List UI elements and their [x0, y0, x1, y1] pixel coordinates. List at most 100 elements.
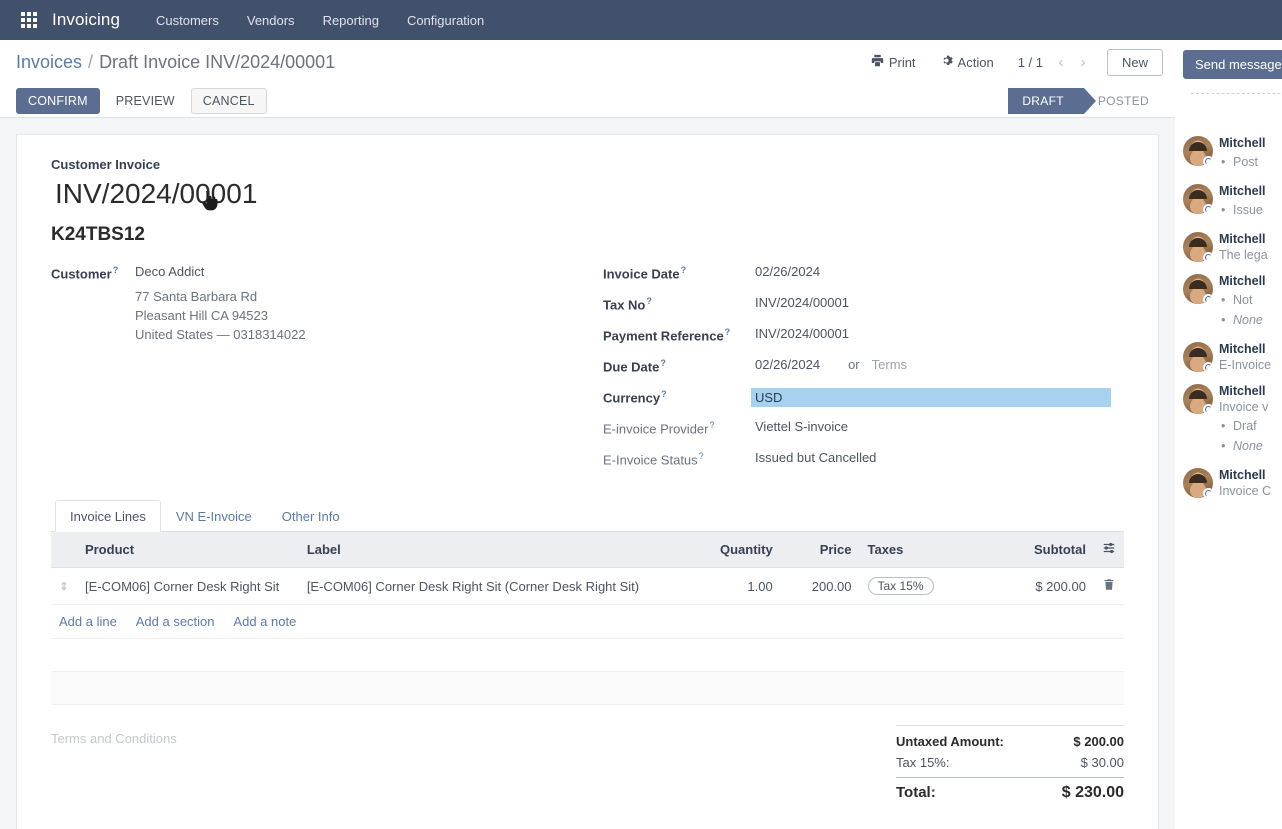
- pager-previous-icon[interactable]: ‹: [1051, 51, 1071, 73]
- cell-label[interactable]: [E-COM06] Corner Desk Right Sit (Corner …: [299, 568, 682, 605]
- message-bullets: Draf None: [1219, 416, 1268, 456]
- preview-button[interactable]: PREVIEW: [104, 88, 187, 114]
- cancel-button[interactable]: CANCEL: [191, 88, 267, 114]
- message-author: Mitchell: [1219, 384, 1268, 398]
- confirm-button[interactable]: CONFIRM: [16, 88, 100, 114]
- list-item[interactable]: Mitchell Issue: [1183, 184, 1282, 220]
- cell-subtotal: $ 200.00: [977, 568, 1094, 605]
- message-body: Mitchell Invoice v Draf None: [1219, 384, 1268, 456]
- customer-value: Deco Addict 77 Santa Barbara Rd Pleasant…: [135, 264, 306, 344]
- column-price[interactable]: Price: [781, 532, 860, 568]
- add-a-section-link[interactable]: Add a section: [136, 614, 215, 629]
- trash-icon[interactable]: [1103, 579, 1115, 594]
- pager-next-icon[interactable]: ›: [1073, 51, 1093, 73]
- sheet-footer: Terms and Conditions Untaxed Amount: $ 2…: [51, 725, 1124, 805]
- payment-reference-value[interactable]: INV/2024/00001: [755, 326, 935, 341]
- invoice-lines-table: Product Label Quantity Price Taxes Subto…: [51, 532, 1124, 705]
- column-taxes[interactable]: Taxes: [860, 532, 977, 568]
- avatar: [1183, 274, 1213, 304]
- help-icon[interactable]: ?: [725, 327, 731, 337]
- cell-delete[interactable]: [1094, 568, 1124, 605]
- help-icon[interactable]: ?: [660, 358, 666, 368]
- einvoice-provider-label-text: E-invoice Provider: [603, 421, 709, 436]
- column-label[interactable]: Label: [299, 532, 682, 568]
- gear-icon: [940, 54, 953, 70]
- due-date-row: Due Date? 02/26/2024 or Terms: [603, 357, 1124, 378]
- breadcrumb-root-invoices[interactable]: Invoices: [16, 52, 82, 73]
- due-date-value[interactable]: 02/26/2024: [755, 357, 820, 372]
- invoice-reference[interactable]: K24TBS12: [51, 224, 1124, 246]
- message-body: Mitchell Issue: [1219, 184, 1266, 220]
- status-indicator-icon: [1203, 488, 1213, 498]
- tax-no-value[interactable]: INV/2024/00001: [755, 295, 935, 310]
- help-icon[interactable]: ?: [681, 265, 687, 275]
- totals-block: Untaxed Amount: $ 200.00 Tax 15%: $ 30.0…: [896, 725, 1124, 805]
- help-icon[interactable]: ?: [113, 265, 119, 275]
- column-subtotal[interactable]: Subtotal: [977, 532, 1094, 568]
- message-body: Mitchell E-Invoice: [1219, 342, 1271, 372]
- column-product[interactable]: Product: [77, 532, 299, 568]
- chatter-message-list: Mitchell Post Mitchell Issue: [1175, 136, 1282, 498]
- send-message-button[interactable]: Send message: [1183, 50, 1282, 79]
- help-icon[interactable]: ?: [646, 296, 652, 306]
- action-button[interactable]: Action: [928, 49, 1006, 75]
- tab-vn-einvoice[interactable]: VN E-Invoice: [161, 500, 267, 532]
- help-icon[interactable]: ?: [710, 420, 715, 430]
- list-item[interactable]: Mitchell Invoice v Draf None: [1183, 384, 1282, 456]
- drag-handle-icon[interactable]: ⇕: [59, 580, 69, 593]
- status-step-draft[interactable]: DRAFT: [1008, 88, 1084, 114]
- apps-grid-icon[interactable]: [16, 7, 42, 33]
- form-column-right: Invoice Date? 02/26/2024 Tax No? INV/202…: [603, 264, 1124, 481]
- avatar: [1183, 136, 1213, 166]
- add-a-line-link[interactable]: Add a line: [59, 614, 117, 629]
- menu-item-customers[interactable]: Customers: [142, 7, 233, 34]
- tab-other-info[interactable]: Other Info: [267, 500, 355, 532]
- menu-item-vendors[interactable]: Vendors: [233, 7, 309, 34]
- message-bullets: Post: [1219, 152, 1266, 172]
- message-body: Mitchell The lega: [1219, 232, 1268, 262]
- cell-price[interactable]: 200.00: [781, 568, 860, 605]
- print-button[interactable]: Print: [859, 49, 928, 75]
- message-bullet: Draf: [1219, 416, 1268, 436]
- optional-columns-toggle[interactable]: [1094, 532, 1124, 568]
- tax-badge[interactable]: Tax 15%: [868, 577, 934, 595]
- invoice-date-value[interactable]: 02/26/2024: [755, 264, 935, 279]
- invoice-number[interactable]: INV/2024/00001: [55, 178, 1124, 210]
- avatar: [1183, 384, 1213, 414]
- list-item[interactable]: Mitchell Post: [1183, 136, 1282, 172]
- cell-quantity[interactable]: 1.00: [682, 568, 780, 605]
- customer-name[interactable]: Deco Addict: [135, 264, 306, 279]
- customer-field-row: Customer? Deco Addict 77 Santa Barbara R…: [51, 264, 603, 344]
- new-button[interactable]: New: [1107, 49, 1163, 76]
- menu-item-configuration[interactable]: Configuration: [393, 7, 498, 34]
- terms-and-conditions-input[interactable]: Terms and Conditions: [51, 725, 896, 746]
- menu-item-reporting[interactable]: Reporting: [309, 7, 393, 34]
- due-date-or-separator: or: [848, 357, 860, 372]
- tax-no-row: Tax No? INV/2024/00001: [603, 295, 1124, 316]
- help-icon[interactable]: ?: [661, 389, 667, 399]
- cell-product[interactable]: [E-COM06] Corner Desk Right Sit: [77, 568, 299, 605]
- invoice-date-label: Invoice Date?: [603, 264, 755, 281]
- currency-input[interactable]: USD: [751, 388, 1111, 407]
- app-brand-invoicing[interactable]: Invoicing: [52, 10, 120, 30]
- untaxed-amount-label: Untaxed Amount:: [896, 734, 1004, 749]
- row-drag-handle[interactable]: ⇕: [51, 568, 77, 605]
- form-pane: Invoices / Draft Invoice INV/2024/00001 …: [0, 40, 1175, 829]
- notebook: Invoice Lines VN E-Invoice Other Info Pr…: [51, 499, 1124, 705]
- add-a-note-link[interactable]: Add a note: [233, 614, 296, 629]
- list-item[interactable]: Mitchell E-Invoice: [1183, 342, 1282, 372]
- cell-taxes[interactable]: Tax 15%: [860, 568, 977, 605]
- avatar: [1183, 342, 1213, 372]
- column-quantity[interactable]: Quantity: [682, 532, 780, 568]
- einvoice-status-row: E-Invoice Status? Issued but Cancelled: [603, 450, 1124, 471]
- message-bullet: Post: [1219, 152, 1266, 172]
- apps-grid-dots: [21, 12, 37, 28]
- invoice-lines-body: ⇕ [E-COM06] Corner Desk Right Sit [E-COM…: [51, 568, 1124, 705]
- list-item[interactable]: Mitchell The lega: [1183, 232, 1282, 262]
- payment-terms-input[interactable]: Terms: [872, 357, 907, 372]
- help-icon[interactable]: ?: [699, 451, 704, 461]
- list-item[interactable]: Mitchell Invoice C: [1183, 468, 1282, 498]
- tab-invoice-lines[interactable]: Invoice Lines: [55, 500, 161, 532]
- list-item[interactable]: Mitchell Not None: [1183, 274, 1282, 330]
- table-row[interactable]: ⇕ [E-COM06] Corner Desk Right Sit [E-COM…: [51, 568, 1124, 605]
